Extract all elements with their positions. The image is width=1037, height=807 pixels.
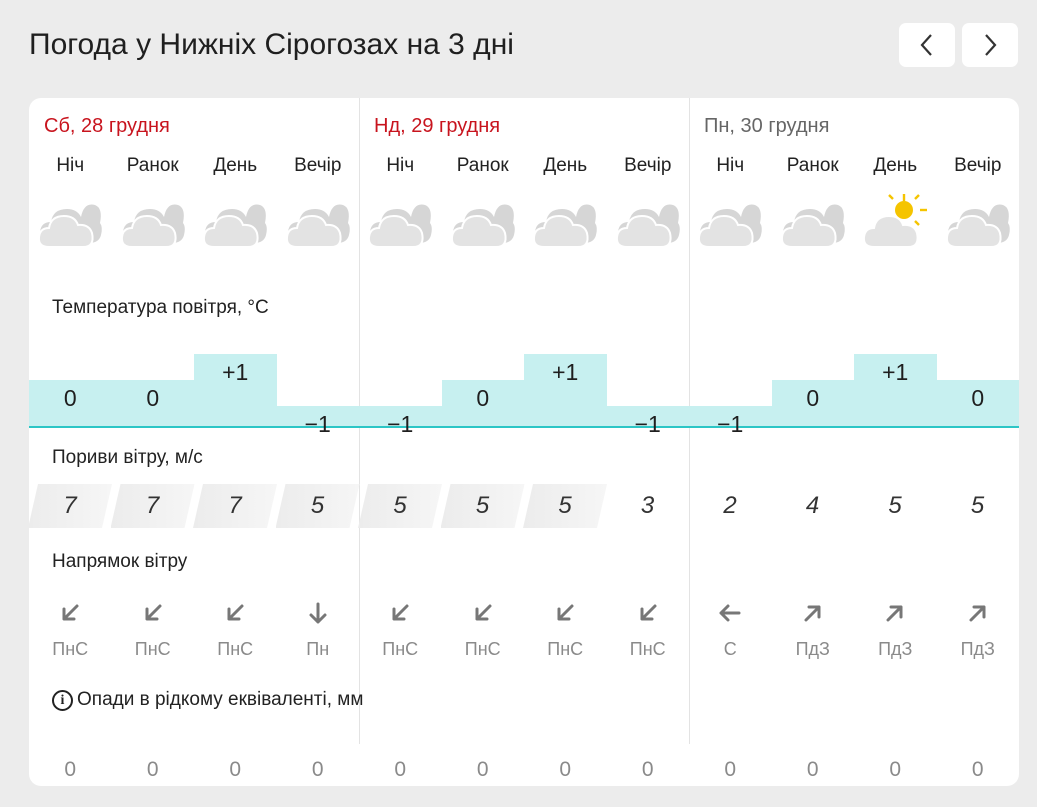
arrow-down-left-icon [194, 596, 277, 630]
gusts-label: Пориви вітру, м/с [52, 447, 203, 468]
cloudy-icon [359, 193, 442, 253]
precipitation-value: 0 [394, 758, 407, 781]
cloudy-icon [277, 193, 360, 253]
wind-direction-code: ПдЗ [795, 639, 830, 659]
arrow-up-right-icon [854, 596, 937, 630]
period-label: Ніч [716, 155, 745, 176]
prev-button[interactable] [899, 23, 955, 67]
wind-direction-code: Пн [306, 639, 330, 659]
wind-direction-code: ПнС [464, 639, 501, 659]
temperature-value: 0 [806, 385, 820, 411]
period-label: День [213, 155, 258, 176]
arrow-down-left-icon [112, 596, 195, 630]
wind-direction-code: ПдЗ [960, 639, 995, 659]
precipitation-value: 0 [559, 758, 572, 781]
wind-direction-code: ПнС [52, 639, 89, 659]
precipitation-value: 0 [889, 758, 902, 781]
arrow-left-icon [689, 596, 772, 630]
wind-gust-value: 5 [523, 484, 607, 528]
temperature-value: −1 [387, 411, 414, 437]
wind-gust-value: 7 [193, 484, 277, 528]
precipitation-value: 0 [229, 758, 242, 781]
temperature-value: −1 [634, 411, 661, 437]
cloudy-icon [112, 193, 195, 253]
precipitation-value: 0 [64, 758, 77, 781]
arrow-down-icon [277, 596, 360, 630]
temperature-label: Температура повітря, °C [52, 297, 269, 318]
period-label: Вечір [624, 155, 672, 176]
wind-direction-code: ПнС [217, 639, 254, 659]
arrow-up-right-icon [937, 596, 1020, 630]
wind-direction-code: ПнС [382, 639, 419, 659]
period-label: Ранок [456, 155, 509, 176]
precipitation-value: 0 [311, 758, 324, 781]
temperature-value: 0 [63, 385, 77, 411]
precipitation-value: 0 [146, 758, 159, 781]
wind-gust-value: 4 [805, 492, 820, 519]
arrow-down-left-icon [524, 596, 607, 630]
arrow-down-left-icon [29, 596, 112, 630]
cloudy-icon [772, 193, 855, 253]
period-label: Ранок [126, 155, 179, 176]
precipitation-value: 0 [971, 758, 984, 781]
temperature-value: +1 [552, 359, 579, 385]
wind-gust-value: 7 [29, 484, 112, 528]
wind-gust-value: 2 [723, 492, 737, 519]
temperature-value: −1 [304, 411, 331, 437]
day-label-3: Пн, 30 грудня [704, 115, 830, 137]
precipitation-label: Опади в рідкому еквіваленті, мм [77, 689, 364, 710]
period-label: Вечір [294, 155, 342, 176]
day-label-2: Нд, 29 грудня [374, 115, 501, 137]
cloudy-icon [524, 193, 607, 253]
period-label: День [873, 155, 918, 176]
cloudy-icon [607, 193, 690, 253]
chevron-left-icon [920, 34, 932, 56]
period-label: Ніч [386, 155, 415, 176]
wind-direction-label: Напрямок вітру [52, 551, 188, 572]
cloudy-icon [194, 193, 277, 253]
wind-gust-value: 5 [276, 484, 360, 528]
cloudy-icon [937, 193, 1020, 253]
page-title: Погода у Нижніх Сірогозах на 3 дні [29, 28, 514, 61]
wind-gust-value: 3 [640, 492, 655, 519]
chevron-right-icon [985, 34, 997, 56]
temperature-value: 0 [146, 385, 160, 411]
next-button[interactable] [962, 23, 1018, 67]
partly-sunny-icon [854, 193, 937, 253]
precipitation-value: 0 [724, 758, 737, 781]
temperature-value: 0 [476, 385, 490, 411]
period-label: Вечір [954, 155, 1002, 176]
precipitation-value: 0 [641, 758, 654, 781]
wind-gust-value: 7 [111, 484, 195, 528]
wind-direction-code: ПдЗ [878, 639, 913, 659]
arrow-down-left-icon [359, 596, 442, 630]
period-label: День [543, 155, 588, 176]
temperature-value: +1 [882, 359, 909, 385]
temperature-value: −1 [717, 411, 744, 437]
arrow-down-left-icon [607, 596, 690, 630]
wind-gust-value: 5 [441, 484, 525, 528]
day-label-1: Сб, 28 грудня [44, 115, 170, 137]
precipitation-header: i Опади в рідкому еквіваленті, мм [52, 688, 363, 712]
wind-direction-code: ПнС [547, 639, 584, 659]
precipitation-value: 0 [476, 758, 489, 781]
period-label: Ніч [56, 155, 85, 176]
wind-gust-value: 5 [970, 492, 985, 519]
wind-direction-code: ПнС [134, 639, 171, 659]
wind-gust-value: 5 [888, 492, 902, 519]
temperature-value: 0 [971, 385, 985, 411]
period-label: Ранок [786, 155, 839, 176]
forecast-card: Сб, 28 грудня Нд, 29 грудня Пн, 30 грудн… [29, 98, 1019, 786]
arrow-up-right-icon [772, 596, 855, 630]
cloudy-icon [689, 193, 772, 253]
cloudy-icon [442, 193, 525, 253]
precipitation-value: 0 [806, 758, 819, 781]
wind-gust-value: 5 [358, 484, 442, 528]
info-icon[interactable]: i [52, 689, 73, 711]
temperature-value: +1 [222, 359, 249, 385]
cloudy-icon [29, 193, 112, 253]
arrow-down-left-icon [442, 596, 525, 630]
wind-direction-code: ПнС [629, 639, 666, 659]
wind-direction-code: С [723, 639, 737, 659]
